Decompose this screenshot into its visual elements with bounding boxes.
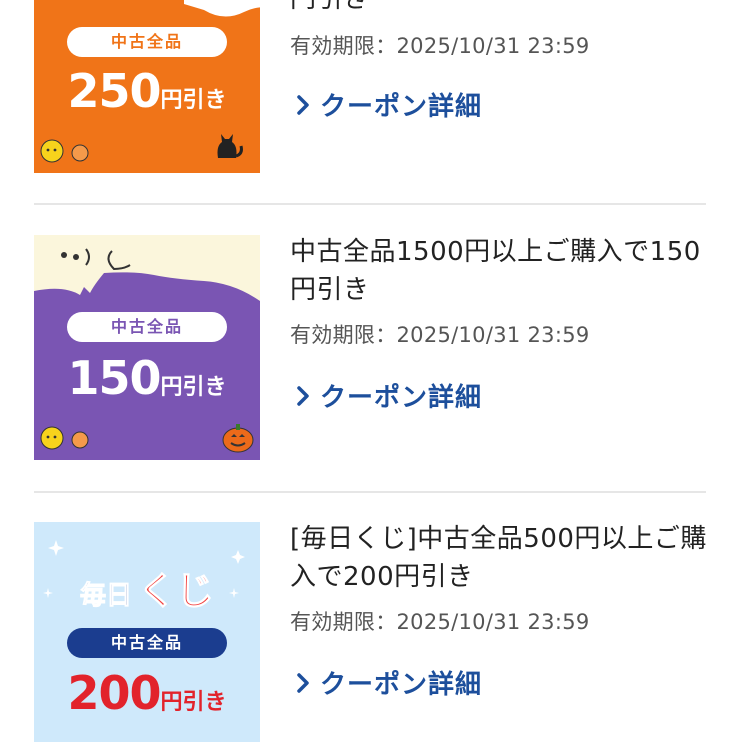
coupon-detail-label: クーポン詳細 [320,383,483,413]
chevron-right-icon [297,672,309,693]
coupon-info: 円引き 有効期限：2025/10/31 23:59 クーポン詳細 [290,0,710,123]
coupon-detail-label: クーポン詳細 [320,670,483,700]
coupon-banner-image[interactable]: 中古全品 250円引き [34,0,260,173]
chevron-right-icon [297,385,309,406]
coupon-title: 中古全品1500円以上ご購入で150円引き [290,237,701,305]
coupon-category-pill: 中古全品 [67,27,227,57]
coupon-banner-image[interactable]: 中古全品 150円引き [34,235,260,460]
coupon-category-pill: 中古全品 [67,312,227,342]
coupon-item: 中古全品 250円引き 円引き 有効期限：2025/10/31 23:59 クー… [0,0,740,204]
chevron-right-icon [297,94,309,115]
ghost-decoration-icon [34,235,260,301]
coupon-banner-image[interactable]: 毎日 くじ 中古全品 200円引き [34,522,260,742]
coupon-expiry: 有効期限：2025/10/31 23:59 [290,323,590,347]
divider [34,203,706,205]
coupon-item: 毎日 くじ 中古全品 200円引き [毎日くじ]中古全品500円以上ご購入で200… [0,520,740,742]
coupon-detail-link[interactable]: クーポン詳細 [290,86,710,123]
coupon-detail-label: クーポン詳細 [320,92,483,122]
coupon-amount: 150円引き [67,351,227,405]
ghost-decoration-icon [184,0,260,17]
black-cat-icon [217,134,243,158]
coupon-expiry: 有効期限：2025/10/31 23:59 [290,34,590,58]
coupon-info: 中古全品1500円以上ご購入で150円引き 有効期限：2025/10/31 23… [290,233,710,414]
coupon-title: [毎日くじ]中古全品500円以上ご購入で200円引き [290,524,707,592]
coupon-title: 円引き [290,0,710,18]
lottery-heading: 毎日 くじ [79,569,215,614]
divider [34,491,706,493]
coupon-info: [毎日くじ]中古全品500円以上ご購入で200円引き 有効期限：2025/10/… [290,520,710,701]
coupon-detail-link[interactable]: クーポン詳細 [290,664,710,701]
coupon-category-pill: 中古全品 [67,628,227,658]
coupon-amount: 250円引き [67,64,227,118]
coupon-detail-link[interactable]: クーポン詳細 [290,377,710,414]
pumpkin-icon [40,426,89,450]
jack-o-lantern-icon [222,424,254,453]
pumpkin-icon [40,139,89,163]
coupon-item: 中古全品 150円引き 中古全品1500円以上ご購入で150円引き 有効期限：2… [0,235,740,491]
coupon-amount: 200円引き [67,666,227,720]
coupon-expiry: 有効期限：2025/10/31 23:59 [290,610,590,634]
